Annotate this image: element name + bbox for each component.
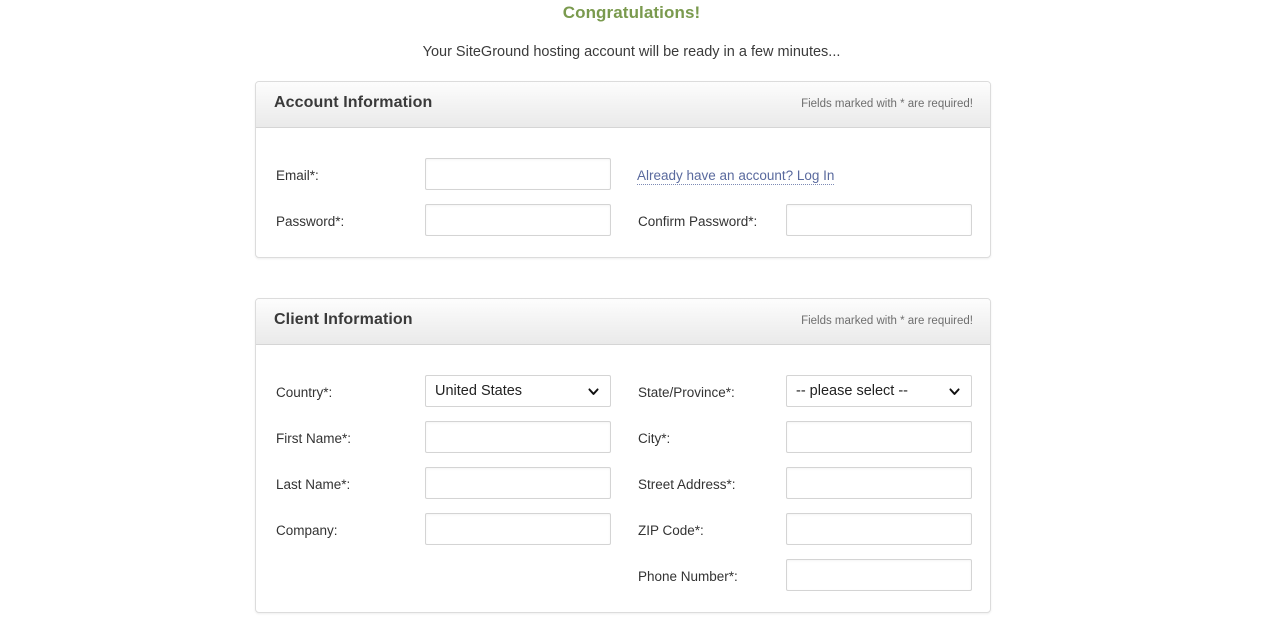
company-input[interactable] bbox=[425, 513, 611, 545]
last-name-input[interactable] bbox=[425, 467, 611, 499]
state-province-select[interactable]: -- please select -- bbox=[786, 375, 972, 407]
account-information-header: Account Information Fields marked with *… bbox=[256, 82, 990, 128]
first-name-input[interactable] bbox=[425, 421, 611, 453]
phone-number-label: Phone Number*: bbox=[638, 569, 738, 584]
city-label: City*: bbox=[638, 431, 671, 446]
client-required-note: Fields marked with * are required! bbox=[801, 315, 973, 327]
page-title: Congratulations! bbox=[562, 3, 701, 22]
page-subtitle: Your SiteGround hosting account will be … bbox=[422, 44, 841, 60]
signup-page: Congratulations! Your SiteGround hosting… bbox=[0, 0, 1263, 628]
city-input[interactable] bbox=[786, 421, 972, 453]
confirm-password-input[interactable] bbox=[786, 204, 972, 236]
account-information-panel: Account Information Fields marked with *… bbox=[255, 81, 991, 258]
country-select-wrapper[interactable]: United States bbox=[425, 375, 611, 407]
street-address-input[interactable] bbox=[786, 467, 972, 499]
country-label: Country*: bbox=[276, 385, 333, 400]
state-province-label: State/Province*: bbox=[638, 385, 735, 400]
street-address-label: Street Address*: bbox=[638, 477, 736, 492]
client-information-title: Client Information bbox=[274, 311, 413, 328]
account-required-note: Fields marked with * are required! bbox=[801, 98, 973, 110]
zip-code-input[interactable] bbox=[786, 513, 972, 545]
last-name-label: Last Name*: bbox=[276, 477, 351, 492]
state-province-select-wrapper[interactable]: -- please select -- bbox=[786, 375, 972, 407]
confirm-password-label: Confirm Password*: bbox=[638, 214, 758, 229]
password-input[interactable] bbox=[425, 204, 611, 236]
email-input[interactable] bbox=[425, 158, 611, 190]
company-label: Company: bbox=[276, 523, 338, 538]
login-link[interactable]: Already have an account? Log In bbox=[637, 168, 835, 185]
account-information-title: Account Information bbox=[274, 94, 433, 111]
client-information-panel: Client Information Fields marked with * … bbox=[255, 298, 991, 613]
password-label: Password*: bbox=[276, 214, 345, 229]
zip-code-label: ZIP Code*: bbox=[638, 523, 704, 538]
first-name-label: First Name*: bbox=[276, 431, 352, 446]
country-select[interactable]: United States bbox=[425, 375, 611, 407]
email-label: Email*: bbox=[276, 168, 319, 183]
client-information-header: Client Information Fields marked with * … bbox=[256, 299, 990, 345]
phone-number-input[interactable] bbox=[786, 559, 972, 591]
